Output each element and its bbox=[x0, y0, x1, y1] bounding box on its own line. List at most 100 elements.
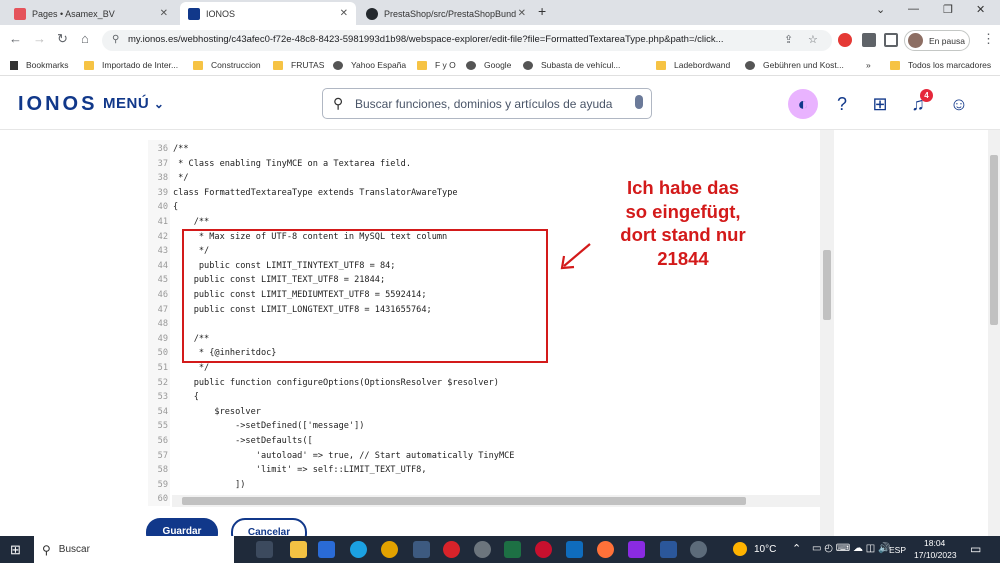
back-icon[interactable]: ← bbox=[9, 31, 22, 46]
home-icon[interactable]: ⌂ bbox=[81, 31, 89, 46]
code-text[interactable]: { bbox=[173, 392, 199, 402]
tab-pages-asamex[interactable]: Pages • Asamex_BV ✕ bbox=[6, 2, 176, 25]
code-text[interactable]: ]) bbox=[173, 480, 245, 490]
word-icon[interactable] bbox=[660, 541, 677, 558]
code-text[interactable]: /** bbox=[173, 144, 189, 154]
ionos-logo[interactable]: IONOS bbox=[18, 93, 97, 116]
tab-prestashop-github[interactable]: PrestaShop/src/PrestaShopBund ✕ bbox=[358, 2, 534, 25]
opera-icon[interactable] bbox=[443, 541, 460, 558]
file-explorer-icon[interactable] bbox=[290, 541, 307, 558]
profile-status: En pausa bbox=[929, 35, 965, 46]
code-text[interactable]: $resolver bbox=[173, 407, 261, 417]
share-icon[interactable]: ⇪ bbox=[784, 33, 793, 46]
page-scrollbar[interactable] bbox=[988, 130, 1000, 536]
bookmark-item[interactable]: Ladebordwand bbox=[656, 60, 730, 70]
extensions-puzzle-icon[interactable] bbox=[862, 33, 876, 47]
clock-time[interactable]: 18:04 bbox=[924, 538, 945, 548]
close-icon[interactable]: ✕ bbox=[518, 8, 526, 19]
restore-icon[interactable]: ❐ bbox=[943, 3, 953, 16]
tab-ionos[interactable]: IONOS ✕ bbox=[180, 2, 356, 25]
code-text[interactable]: */ bbox=[173, 363, 209, 373]
bookmark-item[interactable]: Google bbox=[466, 60, 511, 70]
firefox-icon[interactable] bbox=[597, 541, 614, 558]
bookmark-item[interactable]: Yahoo España bbox=[333, 60, 406, 70]
bookmark-label: Bookmarks bbox=[26, 60, 69, 70]
code-text[interactable]: public function configureOptions(Options… bbox=[173, 378, 499, 388]
app-icon[interactable] bbox=[474, 541, 491, 558]
app-icon[interactable] bbox=[690, 541, 707, 558]
side-panel-icon[interactable] bbox=[884, 33, 898, 47]
editor-vertical-scrollbar[interactable] bbox=[820, 130, 834, 536]
scrollbar-thumb[interactable] bbox=[823, 250, 831, 320]
forward-icon[interactable]: → bbox=[33, 31, 46, 46]
code-text[interactable]: ->setDefaults([ bbox=[173, 436, 313, 446]
bookmark-item[interactable]: Todos los marcadores bbox=[890, 60, 991, 70]
address-bar[interactable]: ⚲ my.ionos.es/webhosting/c43afec0-f72e-4… bbox=[102, 30, 832, 51]
tab-search-icon[interactable]: ⌄ bbox=[876, 3, 885, 16]
notification-center-icon[interactable]: ▭ bbox=[970, 542, 981, 556]
site-info-icon[interactable]: ⚲ bbox=[112, 34, 119, 45]
minimize-icon[interactable]: — bbox=[908, 3, 919, 15]
code-text[interactable]: /** bbox=[173, 217, 210, 227]
bookmark-label: Gebühren und Kost... bbox=[763, 60, 844, 70]
app-icon[interactable] bbox=[535, 541, 552, 558]
adblock-extension-icon[interactable] bbox=[838, 33, 852, 47]
editor-horizontal-scrollbar[interactable] bbox=[172, 495, 828, 507]
task-view-icon[interactable] bbox=[256, 541, 273, 558]
more-bookmarks-icon[interactable]: » bbox=[866, 60, 871, 70]
scrollbar-thumb[interactable] bbox=[182, 497, 746, 505]
help-icon[interactable]: ? bbox=[827, 89, 857, 119]
account-icon[interactable]: ☺ bbox=[944, 89, 974, 119]
ionos-header: IONOS MENÚ ⌄ ⚲ Buscar funciones, dominio… bbox=[0, 76, 1000, 130]
bookmark-item[interactable]: Subasta de vehícul... bbox=[523, 60, 620, 70]
windows-start-icon[interactable]: ⊞ bbox=[10, 542, 21, 558]
code-text[interactable]: ->setDefined(['message']) bbox=[173, 421, 364, 431]
close-icon[interactable]: ✕ bbox=[340, 8, 348, 19]
excel-icon[interactable] bbox=[504, 541, 521, 558]
edge-icon[interactable] bbox=[350, 541, 367, 558]
bookmark-item[interactable]: Gebühren und Kost... bbox=[745, 60, 844, 70]
code-text[interactable]: * Class enabling TinyMCE on a Textarea f… bbox=[173, 159, 411, 169]
menu-button[interactable]: MENÚ ⌄ bbox=[103, 95, 164, 112]
code-text[interactable]: */ bbox=[173, 173, 188, 183]
add-icon[interactable]: ⊞ bbox=[865, 89, 895, 119]
scrollbar-thumb[interactable] bbox=[990, 155, 998, 325]
browser-menu-icon[interactable]: ⋮ bbox=[982, 31, 995, 47]
new-tab-button[interactable]: + bbox=[538, 3, 546, 19]
search-input[interactable]: ⚲ Buscar funciones, dominios y artículos… bbox=[322, 88, 652, 119]
url-text[interactable]: my.ionos.es/webhosting/c43afec0-f72e-48c… bbox=[128, 34, 768, 45]
taskbar-search[interactable]: ⚲ Buscar bbox=[34, 536, 234, 563]
reload-icon[interactable]: ↻ bbox=[57, 31, 68, 47]
store-icon[interactable] bbox=[318, 541, 335, 558]
chrome-icon[interactable] bbox=[381, 541, 398, 558]
profile-button[interactable]: En pausa bbox=[904, 30, 970, 51]
weather-icon[interactable] bbox=[733, 542, 747, 556]
code-text[interactable]: 'autoload' => true, // Start automatical… bbox=[173, 451, 515, 461]
code-text[interactable]: class FormattedTextareaType extends Tran… bbox=[173, 188, 458, 198]
language-indicator[interactable]: ESP bbox=[889, 545, 906, 555]
line-number: 53 bbox=[157, 392, 168, 403]
assistant-icon[interactable]: ◐ bbox=[788, 89, 818, 119]
weather-text[interactable]: 10°C bbox=[754, 544, 776, 555]
browser-tab-strip: Pages • Asamex_BV ✕ IONOS ✕ PrestaShop/s… bbox=[0, 0, 1000, 25]
close-icon[interactable]: ✕ bbox=[160, 8, 168, 19]
microphone-icon[interactable] bbox=[635, 95, 643, 109]
bookmark-item[interactable]: Bookmarks bbox=[10, 60, 69, 70]
line-number: 47 bbox=[157, 304, 168, 315]
bookmark-item[interactable]: F y O bbox=[417, 60, 456, 70]
clock-date[interactable]: 17/10/2023 bbox=[914, 550, 957, 560]
tray-chevron-icon[interactable]: ⌃ bbox=[792, 542, 801, 555]
bookmark-star-icon[interactable]: ☆ bbox=[808, 33, 818, 46]
app-icon[interactable] bbox=[628, 541, 645, 558]
notification-badge: 4 bbox=[920, 89, 933, 102]
mail-icon[interactable] bbox=[566, 541, 583, 558]
tray-icons[interactable]: ▭ ◴ ⌨ ☁ ◫ 🔊 bbox=[812, 543, 890, 554]
bookmark-item[interactable]: Importado de Inter... bbox=[84, 60, 178, 70]
app-icon[interactable] bbox=[413, 541, 430, 558]
close-window-icon[interactable]: ✕ bbox=[976, 3, 985, 16]
code-text[interactable]: { bbox=[173, 202, 178, 212]
line-number: 56 bbox=[157, 436, 168, 446]
bookmark-item[interactable]: Construccion bbox=[193, 60, 261, 70]
bookmark-item[interactable]: FRUTAS bbox=[273, 60, 324, 70]
code-text[interactable]: 'limit' => self::LIMIT_TEXT_UTF8, bbox=[173, 465, 427, 475]
